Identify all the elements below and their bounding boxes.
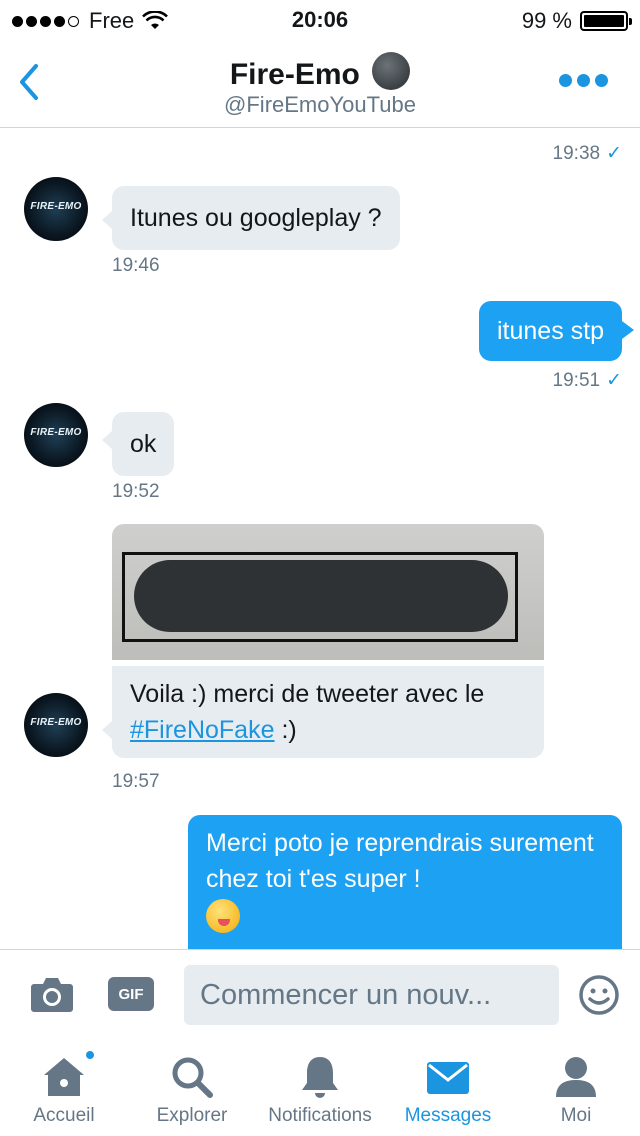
tab-label: Notifications — [268, 1105, 372, 1126]
tab-me[interactable]: Moi — [512, 1039, 640, 1136]
envelope-icon — [424, 1053, 472, 1101]
redacted-code — [134, 560, 508, 632]
contact-name: Fire-Emo — [229, 58, 360, 91]
tab-notifications[interactable]: Notifications — [256, 1039, 384, 1136]
gift-card-photo — [112, 524, 544, 660]
person-icon — [552, 1053, 600, 1101]
message-list[interactable]: 19:38 ✓ FIRE-EMO Itunes ou googleplay ? 1… — [0, 129, 640, 949]
hashtag-link[interactable]: #FireNoFake — [130, 716, 275, 744]
avatar-logo-text: FIRE-EMO — [30, 201, 82, 212]
bell-icon — [296, 1053, 344, 1101]
message-text: Merci poto je reprendrais surement chez … — [206, 829, 594, 893]
message-text: ok — [130, 430, 157, 458]
conversation-title[interactable]: Fire-Emo — [0, 52, 640, 92]
message-bubble-incoming[interactable]: Itunes ou googleplay ? — [112, 186, 400, 250]
tab-label: Accueil — [33, 1105, 95, 1126]
battery-percent: 99 % — [521, 8, 572, 33]
avatar-logo-text: FIRE-EMO — [30, 427, 82, 438]
status-right: 99 % — [521, 8, 632, 34]
message-bubble-outgoing[interactable]: Merci poto je reprendrais surement chez … — [188, 815, 622, 949]
yum-face-emoji — [206, 899, 240, 933]
tab-home[interactable]: Accueil — [0, 1039, 128, 1136]
message-timestamp: 19:38 ✓ — [552, 143, 622, 164]
message-bubble-incoming[interactable]: ok — [112, 412, 175, 476]
battery-icon — [580, 11, 632, 31]
message-image[interactable] — [112, 524, 544, 660]
more-options-button[interactable] — [559, 74, 608, 87]
gif-button[interactable]: GIF — [108, 977, 154, 1011]
compose-bar: GIF — [0, 949, 640, 1039]
read-check-icon: ✓ — [606, 370, 622, 391]
avatar[interactable]: FIRE-EMO — [24, 177, 88, 241]
message-text: Itunes ou googleplay ? — [130, 204, 382, 232]
avatar[interactable]: FIRE-EMO — [24, 403, 88, 467]
message-text: itunes stp — [496, 317, 604, 345]
search-icon — [168, 1053, 216, 1101]
emoji-button[interactable] — [578, 974, 620, 1016]
message-timestamp: 19:57 — [112, 771, 160, 792]
more-dots-icon — [559, 74, 572, 87]
message-text-suffix: :) — [274, 716, 297, 744]
new-moon-face-emoji — [372, 52, 411, 90]
avatar[interactable]: FIRE-EMO — [24, 693, 88, 757]
notification-badge — [84, 1049, 96, 1061]
tab-explore[interactable]: Explorer — [128, 1039, 256, 1136]
tab-label: Messages — [404, 1105, 492, 1126]
message-input[interactable] — [184, 965, 559, 1025]
tab-label: Moi — [560, 1105, 592, 1126]
message-bubble-outgoing[interactable]: itunes stp — [478, 301, 622, 361]
contact-handle: @FireEmoYouTube — [224, 92, 416, 117]
camera-button[interactable] — [30, 974, 74, 1014]
camera-icon — [31, 978, 73, 1012]
message-timestamp: 19:46 — [112, 255, 160, 276]
message-text: Voila :) merci de tweeter avec le — [130, 680, 485, 708]
avatar-logo-text: FIRE-EMO — [30, 717, 82, 728]
message-timestamp: 19:52 — [112, 481, 160, 502]
home-icon — [40, 1049, 96, 1101]
smiley-icon — [579, 975, 619, 1015]
message-timestamp: 19:51 ✓ — [552, 370, 622, 391]
tab-label: Explorer — [156, 1105, 228, 1126]
status-bar: Free 20:06 99 % — [0, 0, 640, 40]
message-bubble-incoming[interactable]: Voila :) merci de tweeter avec le #FireN… — [112, 666, 544, 758]
tab-messages[interactable]: Messages — [384, 1039, 512, 1136]
read-check-icon: ✓ — [606, 143, 622, 164]
conversation-header: Fire-Emo @FireEmoYouTube — [0, 40, 640, 128]
tab-bar: Accueil Explorer Notifications Messages — [0, 1039, 640, 1136]
